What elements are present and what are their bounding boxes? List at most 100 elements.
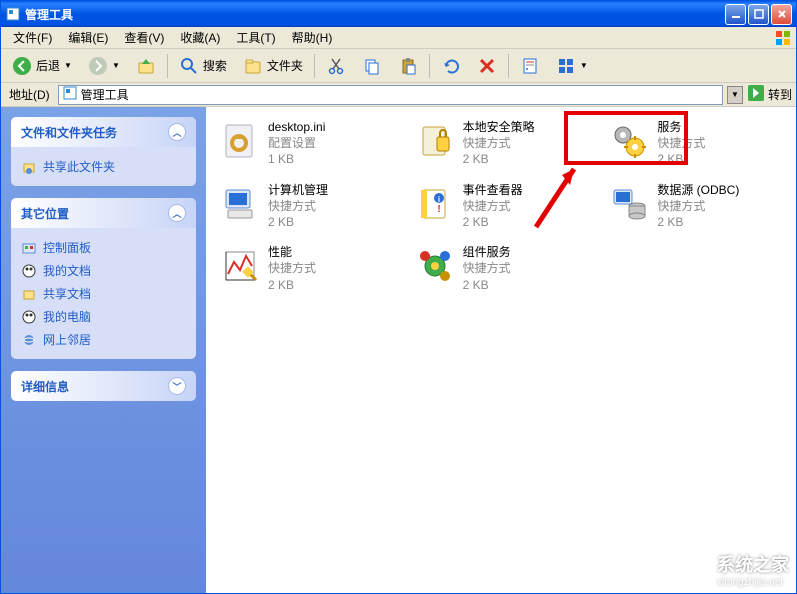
watermark: 系统之家 xitongzhijia.net bbox=[679, 551, 789, 588]
menu-help[interactable]: 帮助(H) bbox=[284, 27, 341, 48]
go-icon bbox=[747, 84, 765, 105]
views-icon bbox=[556, 56, 576, 76]
tasks-panel: 文件和文件夹任务 ︿ 共享此文件夹 bbox=[11, 117, 196, 186]
odbc-icon bbox=[607, 182, 651, 226]
task-label: 共享此文件夹 bbox=[43, 158, 115, 175]
watermark-icon bbox=[679, 556, 711, 584]
control-panel-icon bbox=[21, 240, 37, 256]
body-area: 文件和文件夹任务 ︿ 共享此文件夹 其它位置 ︿ 控制面板 我的文档 bbox=[1, 107, 796, 593]
folders-label: 文件夹 bbox=[267, 57, 303, 74]
menu-file[interactable]: 文件(F) bbox=[5, 27, 60, 48]
item-services[interactable]: 服务快捷方式2 KB bbox=[603, 115, 788, 172]
menu-edit[interactable]: 编辑(E) bbox=[60, 27, 116, 48]
address-dropdown[interactable]: ▼ bbox=[727, 86, 743, 104]
delete-icon bbox=[477, 56, 497, 76]
services-icon bbox=[607, 119, 651, 163]
back-label: 后退 bbox=[36, 57, 60, 74]
network-icon bbox=[21, 332, 37, 348]
share-icon bbox=[21, 159, 37, 175]
place-my-computer[interactable]: 我的电脑 bbox=[21, 305, 186, 328]
cut-icon bbox=[326, 56, 346, 76]
explorer-window: 管理工具 文件(F) 编辑(E) 查看(V) 收藏(A) 工具(T) 帮助(H)… bbox=[0, 0, 797, 594]
watermark-brand: 系统之家 bbox=[717, 551, 789, 577]
shared-docs-icon bbox=[21, 286, 37, 302]
close-button[interactable] bbox=[771, 4, 792, 25]
content-area[interactable]: desktop.ini配置设置1 KB 本地安全策略快捷方式2 KB 服务快捷方… bbox=[206, 107, 796, 593]
search-button[interactable]: 搜索 bbox=[172, 52, 234, 80]
search-label: 搜索 bbox=[203, 57, 227, 74]
toolbar-separator bbox=[314, 54, 315, 78]
menu-tools[interactable]: 工具(T) bbox=[228, 27, 283, 48]
address-icon bbox=[63, 86, 77, 103]
item-desktop-ini[interactable]: desktop.ini配置设置1 KB bbox=[214, 115, 399, 172]
place-my-documents[interactable]: 我的文档 bbox=[21, 259, 186, 282]
chevron-up-icon: ︿ bbox=[168, 123, 186, 141]
details-title: 详细信息 bbox=[21, 378, 69, 395]
cut-button[interactable] bbox=[319, 52, 353, 80]
svg-text:i: i bbox=[438, 195, 440, 204]
ini-file-icon bbox=[218, 119, 262, 163]
undo-icon bbox=[441, 56, 461, 76]
up-button[interactable] bbox=[129, 52, 163, 80]
forward-button[interactable]: ▼ bbox=[81, 52, 127, 80]
tasks-title: 文件和文件夹任务 bbox=[21, 124, 117, 141]
performance-icon bbox=[218, 244, 262, 288]
menubar: 文件(F) 编辑(E) 查看(V) 收藏(A) 工具(T) 帮助(H) bbox=[1, 27, 796, 49]
sidebar: 文件和文件夹任务 ︿ 共享此文件夹 其它位置 ︿ 控制面板 我的文档 bbox=[1, 107, 206, 593]
item-event-viewer[interactable]: i! 事件查看器快捷方式2 KB bbox=[409, 178, 594, 235]
item-local-security[interactable]: 本地安全策略快捷方式2 KB bbox=[409, 115, 594, 172]
event-viewer-icon: i! bbox=[413, 182, 457, 226]
places-panel: 其它位置 ︿ 控制面板 我的文档 共享文档 我的电脑 网上邻居 bbox=[11, 198, 196, 359]
place-shared-docs[interactable]: 共享文档 bbox=[21, 282, 186, 305]
toolbar-separator bbox=[429, 54, 430, 78]
address-input[interactable]: 管理工具 bbox=[58, 85, 723, 105]
place-network[interactable]: 网上邻居 bbox=[21, 328, 186, 351]
views-button[interactable]: ▼ bbox=[549, 52, 595, 80]
back-button[interactable]: 后退 ▼ bbox=[5, 52, 79, 80]
folders-icon bbox=[243, 56, 263, 76]
svg-text:!: ! bbox=[437, 204, 440, 215]
dropdown-icon: ▼ bbox=[64, 61, 72, 70]
computer-icon bbox=[21, 309, 37, 325]
chevron-down-icon: ﹀ bbox=[168, 377, 186, 395]
maximize-button[interactable] bbox=[748, 4, 769, 25]
folder-up-icon bbox=[136, 56, 156, 76]
back-icon bbox=[12, 56, 32, 76]
item-component-services[interactable]: 组件服务快捷方式2 KB bbox=[409, 240, 594, 297]
paste-icon bbox=[398, 56, 418, 76]
computer-mgmt-icon bbox=[218, 182, 262, 226]
menu-view[interactable]: 查看(V) bbox=[116, 27, 172, 48]
place-control-panel[interactable]: 控制面板 bbox=[21, 236, 186, 259]
menu-favorites[interactable]: 收藏(A) bbox=[172, 27, 228, 48]
window-icon bbox=[5, 6, 21, 22]
tasks-header[interactable]: 文件和文件夹任务 ︿ bbox=[11, 117, 196, 147]
go-label: 转到 bbox=[768, 86, 792, 103]
item-odbc[interactable]: 数据源 (ODBC)快捷方式2 KB bbox=[603, 178, 788, 235]
item-performance[interactable]: 性能快捷方式2 KB bbox=[214, 240, 399, 297]
properties-button[interactable] bbox=[513, 52, 547, 80]
search-icon bbox=[179, 56, 199, 76]
dropdown-icon: ▼ bbox=[580, 61, 588, 70]
addressbar: 地址(D) 管理工具 ▼ 转到 bbox=[1, 83, 796, 107]
task-share-folder[interactable]: 共享此文件夹 bbox=[21, 155, 186, 178]
item-computer-mgmt[interactable]: 计算机管理快捷方式2 KB bbox=[214, 178, 399, 235]
chevron-up-icon: ︿ bbox=[168, 204, 186, 222]
address-value: 管理工具 bbox=[81, 86, 129, 103]
folders-button[interactable]: 文件夹 bbox=[236, 52, 310, 80]
properties-icon bbox=[520, 56, 540, 76]
titlebar[interactable]: 管理工具 bbox=[1, 1, 796, 27]
details-header[interactable]: 详细信息 ﹀ bbox=[11, 371, 196, 401]
undo-button[interactable] bbox=[434, 52, 468, 80]
watermark-url: xitongzhijia.net bbox=[717, 577, 789, 588]
toolbar: 后退 ▼ ▼ 搜索 文件夹 ▼ bbox=[1, 49, 796, 83]
go-button[interactable]: 转到 bbox=[747, 84, 792, 105]
delete-button[interactable] bbox=[470, 52, 504, 80]
paste-button[interactable] bbox=[391, 52, 425, 80]
toolbar-separator bbox=[167, 54, 168, 78]
minimize-button[interactable] bbox=[725, 4, 746, 25]
places-header[interactable]: 其它位置 ︿ bbox=[11, 198, 196, 228]
window-title: 管理工具 bbox=[25, 6, 723, 23]
places-title: 其它位置 bbox=[21, 205, 69, 222]
copy-button[interactable] bbox=[355, 52, 389, 80]
documents-icon bbox=[21, 263, 37, 279]
